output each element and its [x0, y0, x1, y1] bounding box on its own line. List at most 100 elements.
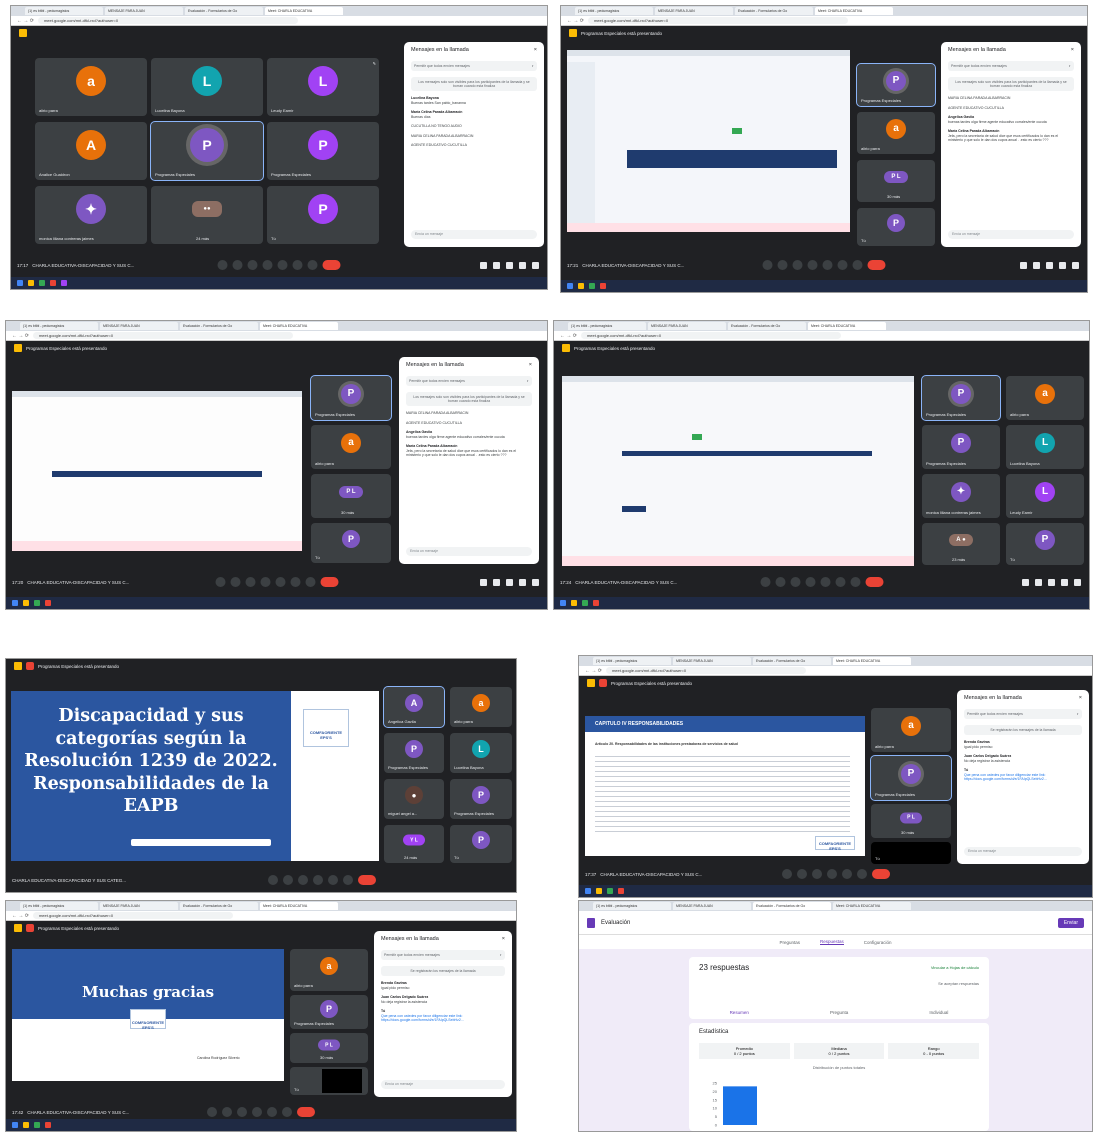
toggle-icon[interactable]: ◐: [527, 379, 529, 383]
captions-icon[interactable]: [811, 869, 822, 879]
present-icon[interactable]: [820, 577, 830, 587]
emoji-icon[interactable]: [313, 875, 324, 885]
participant-tile[interactable]: A ● 23 más: [922, 523, 1000, 565]
camera-icon[interactable]: [775, 577, 785, 587]
browser-tab[interactable]: (1) es bitbl - pedumagistos: [593, 657, 671, 665]
mic-icon[interactable]: [268, 875, 279, 885]
emoji-icon[interactable]: [252, 1107, 262, 1117]
app-icon[interactable]: [593, 600, 599, 606]
browser-tab[interactable]: MENSAJE PARA JUAN: [655, 7, 733, 15]
url-field[interactable]: meet.google.com/mri-dfkl-rxd?authuser=0: [37, 17, 298, 24]
captions-icon[interactable]: [237, 1107, 247, 1117]
chat-icon[interactable]: [1046, 261, 1053, 269]
browser-tab[interactable]: MENSAJE PARA JUAN: [673, 902, 751, 910]
present-icon[interactable]: [275, 577, 285, 587]
browser-tab-active[interactable]: Evaluación - Formularios de Go: [753, 902, 831, 910]
browser-tab[interactable]: Evaluación - Formularios de Go: [753, 657, 831, 665]
present-icon[interactable]: [841, 869, 852, 879]
more-icon[interactable]: [852, 260, 863, 270]
end-call-button[interactable]: [322, 260, 341, 270]
participant-tile[interactable]: ✦ monica liliana contreras jaimes: [35, 186, 147, 244]
start-icon[interactable]: [12, 600, 18, 606]
app-icon[interactable]: [45, 600, 51, 606]
captions-icon[interactable]: [790, 577, 800, 587]
browser-tab-active[interactable]: Meet: CHARLA EDUCATIVA: [808, 322, 886, 330]
info-icon[interactable]: [480, 578, 487, 586]
files-icon[interactable]: [23, 1122, 29, 1128]
browser-tab[interactable]: (1) es bitbl - pedumagistos: [20, 322, 98, 330]
back-icon[interactable]: ← → ⟳: [12, 333, 29, 339]
participant-tile[interactable]: L Lucelina Bayona: [1006, 425, 1084, 469]
url-field[interactable]: meet.google.com/mri-dfkl-rxd?authuser=0: [32, 912, 233, 919]
close-icon[interactable]: ×: [534, 47, 537, 53]
lock-icon[interactable]: [1072, 261, 1079, 269]
url-field[interactable]: meet.google.com/mri-dfkl-rxd?authuser=0: [587, 17, 848, 24]
url-field[interactable]: meet.google.com/mri-dfkl-rxd?authuser=0: [580, 332, 841, 339]
back-icon[interactable]: ← → ⟳: [567, 18, 584, 24]
hand-icon[interactable]: [292, 260, 303, 270]
participant-tile[interactable]: a alirio parra: [290, 949, 368, 991]
participant-tile[interactable]: Y L 24 más: [384, 825, 444, 863]
chat-input[interactable]: Envía un mensaje: [964, 847, 1082, 856]
browser-tab[interactable]: (1) es bitbl - pedumagistos: [20, 902, 98, 910]
toggle-icon[interactable]: ◐: [500, 953, 502, 957]
participant-tile[interactable]: a alirio parra: [871, 708, 951, 752]
tab-settings[interactable]: Configuración: [864, 940, 892, 945]
end-call-button[interactable]: [867, 260, 886, 270]
participant-tile[interactable]: P L 30 más: [290, 1033, 368, 1063]
present-icon[interactable]: [328, 875, 339, 885]
tab-individual[interactable]: Individual: [929, 1010, 948, 1015]
start-icon[interactable]: [17, 280, 23, 286]
captions-icon[interactable]: [792, 260, 803, 270]
close-icon[interactable]: ×: [1071, 47, 1074, 53]
end-call-button[interactable]: [320, 577, 338, 587]
participant-tile[interactable]: ● miguel angel a...: [384, 779, 444, 819]
participant-tile[interactable]: Tú: [290, 1067, 368, 1095]
toggle-icon[interactable]: ◐: [1069, 64, 1071, 68]
participant-tile[interactable]: P Tú: [267, 186, 379, 244]
people-icon[interactable]: [1033, 261, 1040, 269]
info-icon[interactable]: [480, 261, 487, 269]
allow-messages-toggle[interactable]: Permitir que todos envíen mensajes ◐: [964, 709, 1082, 719]
files-icon[interactable]: [578, 283, 584, 289]
allow-messages-toggle[interactable]: Permitir que todos envíen mensajes ◐: [948, 61, 1074, 71]
mic-icon[interactable]: [207, 1107, 217, 1117]
activities-icon[interactable]: [519, 578, 526, 586]
chrome-icon[interactable]: [607, 888, 613, 894]
camera-icon[interactable]: [230, 577, 240, 587]
files-icon[interactable]: [23, 600, 29, 606]
app-icon[interactable]: [50, 280, 56, 286]
allow-messages-toggle[interactable]: Permitir que todos envíen mensajes ◐: [381, 950, 505, 960]
back-icon[interactable]: ← → ⟳: [585, 668, 602, 674]
participant-tile[interactable]: a alirio parra: [450, 687, 512, 727]
activities-icon[interactable]: [1061, 578, 1068, 586]
start-icon[interactable]: [567, 283, 573, 289]
participant-tile[interactable]: L Leudy Eamir ✎: [267, 58, 379, 116]
tab-summary[interactable]: Resumen: [730, 1010, 749, 1015]
participant-tile[interactable]: P Tú: [857, 208, 935, 246]
browser-tab[interactable]: MENSAJE PARA JUAN: [100, 322, 178, 330]
browser-tab[interactable]: Evaluación - Formularios de Go: [180, 902, 258, 910]
back-icon[interactable]: ← → ⟳: [560, 333, 577, 339]
participant-tile[interactable]: P Programas Especiales: [290, 995, 368, 1029]
participant-tile[interactable]: P L 30 más: [871, 804, 951, 838]
emoji-icon[interactable]: [805, 577, 815, 587]
more-icon[interactable]: [305, 577, 315, 587]
more-icon[interactable]: [850, 577, 860, 587]
send-button[interactable]: Enviar: [1057, 917, 1084, 928]
participant-tile[interactable]: a alirio parra: [1006, 376, 1084, 420]
people-icon[interactable]: [1035, 578, 1042, 586]
captions-icon[interactable]: [247, 260, 258, 270]
accepting-toggle[interactable]: Se aceptan respuestas: [938, 981, 979, 986]
browser-tab-active[interactable]: Meet: CHARLA EDUCATIVA: [265, 7, 343, 15]
present-icon[interactable]: [277, 260, 288, 270]
participant-tile[interactable]: P L 30 más: [857, 160, 935, 202]
browser-tab-active[interactable]: Meet: CHARLA EDUCATIVA: [815, 7, 893, 15]
chrome-icon[interactable]: [589, 283, 595, 289]
hand-icon[interactable]: [282, 1107, 292, 1117]
lock-icon[interactable]: [532, 578, 539, 586]
chrome-icon[interactable]: [39, 280, 45, 286]
activities-icon[interactable]: [1059, 261, 1066, 269]
browser-tab[interactable]: (1) es bitbl - pedumagistos: [568, 322, 646, 330]
hand-icon[interactable]: [856, 869, 867, 879]
